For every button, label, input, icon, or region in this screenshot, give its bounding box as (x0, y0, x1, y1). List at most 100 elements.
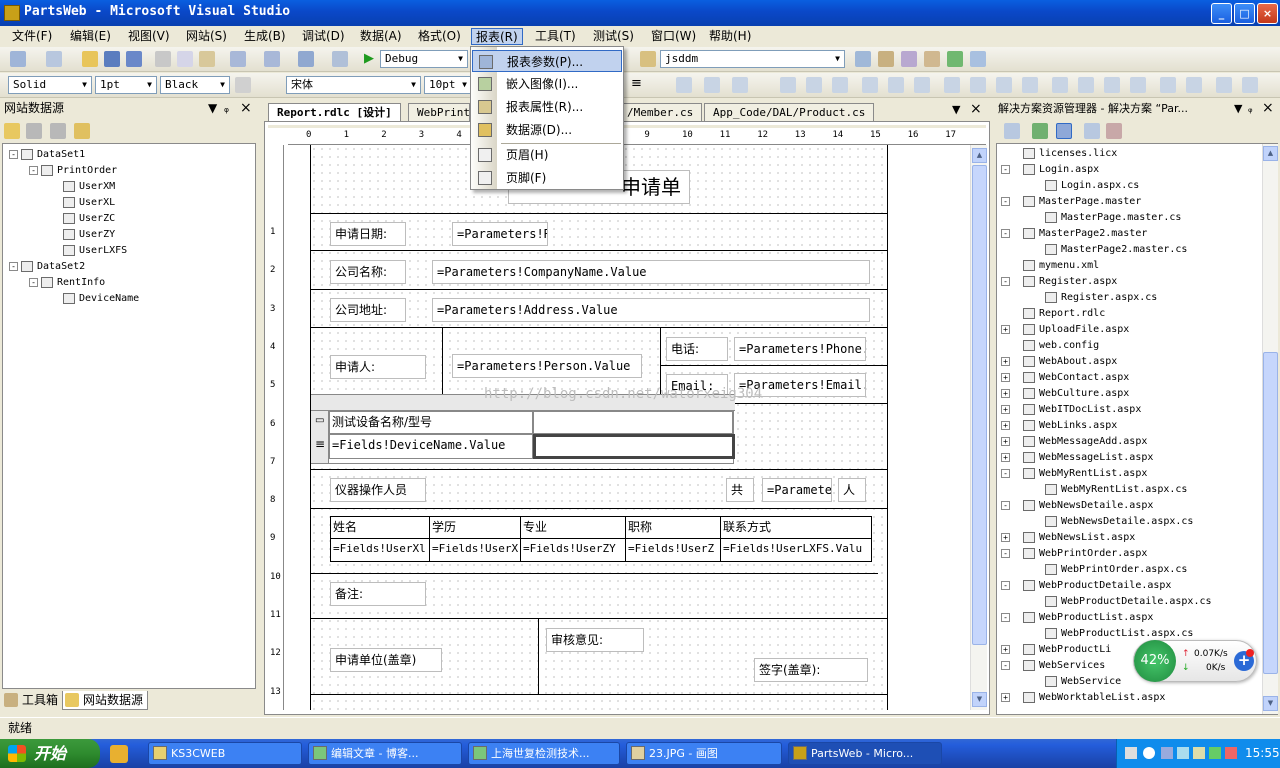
solution-explorer-icon[interactable] (855, 51, 871, 67)
staff-value-education[interactable]: =Fields!UserX (429, 538, 521, 562)
add-project-icon[interactable] (46, 51, 62, 67)
collapse-icon[interactable]: - (1001, 501, 1010, 510)
paste-icon[interactable] (199, 51, 215, 67)
security-icon[interactable] (1209, 747, 1221, 759)
close-icon[interactable]: × (240, 99, 252, 118)
solution-tree-item[interactable]: + UploadFile.aspx (1001, 322, 1129, 338)
menu-tools[interactable]: 工具(T) (531, 28, 580, 45)
device-header-cell[interactable]: 测试设备名称/型号 (329, 411, 533, 434)
collapse-icon[interactable]: - (1001, 277, 1010, 286)
tree-node-dataset2[interactable]: - DataSet2 (9, 259, 85, 275)
dropdown-arrow-icon[interactable]: ▼ (1234, 99, 1242, 118)
align-bottoms-icon[interactable] (832, 77, 848, 93)
company-name-label[interactable]: 公司名称: (330, 260, 406, 284)
add-item-icon[interactable] (10, 51, 26, 67)
solution-tree-item[interactable]: - WebProductList.aspx (1001, 610, 1153, 626)
menu-item-report-parameters[interactable]: 报表参数(P)... (472, 50, 622, 72)
network-speed-widget[interactable]: 42% ↑ 0.07K/s ↓ 0K/s + (1133, 640, 1257, 682)
expand-icon[interactable]: + (1001, 373, 1010, 382)
menu-website[interactable]: 网站(S) (182, 28, 231, 45)
solution-tree-item[interactable]: - Login.aspx (1001, 162, 1099, 178)
phone-field[interactable]: =Parameters!Phone. (734, 337, 866, 361)
tree-node-userxm[interactable]: UserXM (63, 179, 115, 195)
task-paint[interactable]: 23.JPG - 画图 (626, 742, 782, 765)
tab-product-cs[interactable]: App_Code/DAL/Product.cs (704, 103, 875, 121)
menu-item-embedded-images[interactable]: 嵌入图像(I)... (472, 73, 622, 95)
solution-tree-item[interactable]: Register.aspx.cs (1045, 290, 1157, 306)
properties-icon[interactable] (878, 51, 894, 67)
keyboard-icon[interactable] (1125, 747, 1137, 759)
show-all-files-icon[interactable] (1056, 123, 1072, 139)
device-value-cell[interactable]: =Fields!DeviceName.Value (329, 434, 533, 459)
menu-item-page-header[interactable]: 页眉(H) (472, 144, 622, 166)
scroll-thumb[interactable] (1263, 352, 1278, 674)
save-all-icon[interactable] (126, 51, 142, 67)
collapse-icon[interactable]: - (9, 149, 18, 159)
apply-unit-label[interactable]: 申请单位(盖章) (330, 648, 442, 672)
collapse-icon[interactable]: - (1001, 197, 1010, 206)
collapse-icon[interactable]: - (1001, 469, 1010, 478)
navigate-icon[interactable] (298, 51, 314, 67)
align-lefts-icon[interactable] (676, 77, 692, 93)
company-address-label[interactable]: 公司地址: (330, 298, 406, 322)
solution-tree-item[interactable]: + WebCulture.aspx (1001, 386, 1129, 402)
expand-icon[interactable]: + (1001, 533, 1010, 542)
scroll-down-icon[interactable]: ▼ (972, 692, 987, 707)
designer-vertical-scrollbar[interactable]: ▲ ▼ (970, 145, 987, 710)
solution-tree-item[interactable]: - WebNewsDetaile.aspx (1001, 498, 1153, 514)
solution-tree-item[interactable]: MasterPage.master.cs (1045, 210, 1181, 226)
tree-node-userzc[interactable]: UserZC (63, 211, 115, 227)
device-selected-cell[interactable] (533, 434, 735, 459)
solution-tree-item[interactable]: + WebMessageList.aspx (1001, 450, 1153, 466)
scroll-up-icon[interactable]: ▲ (972, 148, 987, 163)
navigate-forward-icon[interactable] (332, 51, 348, 67)
expand-icon[interactable]: + (1001, 357, 1010, 366)
menu-build[interactable]: 生成(B) (240, 28, 290, 45)
people-unit-label[interactable]: 人 (838, 478, 866, 502)
tree-node-userzy[interactable]: UserZY (63, 227, 115, 243)
volume-icon[interactable] (1193, 747, 1205, 759)
expand-icon[interactable]: + (1001, 325, 1010, 334)
network-icon[interactable] (1177, 747, 1189, 759)
solution-tree-item[interactable]: - WebMyRentList.aspx (1001, 466, 1147, 482)
maximize-button[interactable]: □ (1234, 3, 1255, 24)
refresh-icon[interactable] (1032, 123, 1048, 139)
apply-date-field[interactable]: =Parameters!R (452, 222, 548, 246)
solution-tree-item[interactable]: - WebPrintOrder.aspx (1001, 546, 1147, 562)
solution-tree-item[interactable]: + WebMessageAdd.aspx (1001, 434, 1147, 450)
total-label[interactable]: 共 (726, 478, 754, 502)
solution-tree-item[interactable]: WebProductDetaile.aspx.cs (1045, 594, 1212, 610)
staff-header-education[interactable]: 学历 (429, 516, 521, 539)
center-horizontally-icon[interactable] (1160, 77, 1176, 93)
menu-format[interactable]: 格式(O) (414, 28, 465, 45)
applicant-label[interactable]: 申请人: (330, 355, 426, 379)
view-designer-icon[interactable] (1084, 123, 1100, 139)
tree-node-rentinfo[interactable]: - RentInfo (29, 275, 105, 291)
edit-dataset-icon[interactable] (26, 123, 42, 139)
tab-list-icon[interactable]: ▼ (952, 103, 960, 116)
collapse-icon[interactable]: - (1001, 661, 1010, 670)
dropdown-arrow-icon[interactable]: ▼ (208, 99, 217, 118)
menu-view[interactable]: 视图(V) (124, 28, 174, 45)
menu-item-page-footer[interactable]: 页脚(F) (472, 167, 622, 189)
menu-debug[interactable]: 调试(D) (298, 28, 349, 45)
solution-tree-item[interactable]: WebService (1045, 674, 1121, 690)
staff-header-name[interactable]: 姓名 (330, 516, 430, 539)
expand-icon[interactable]: + (1001, 453, 1010, 462)
menu-item-report-properties[interactable]: 报表属性(R)... (472, 96, 622, 118)
applicant-field[interactable]: =Parameters!Person.Value (452, 354, 642, 378)
border-icon[interactable] (235, 77, 251, 93)
task-edit-article[interactable]: 编辑文章 - 博客... (308, 742, 462, 765)
solution-config-select[interactable]: Debug ▼ (380, 50, 468, 68)
scroll-up-icon[interactable]: ▲ (1263, 146, 1278, 161)
center-vertically-icon[interactable] (1186, 77, 1202, 93)
copy-icon[interactable] (177, 51, 193, 67)
apply-date-label[interactable]: 申请日期: (330, 222, 406, 246)
solution-tree-item[interactable]: WebNewsDetaile.aspx.cs (1045, 514, 1193, 530)
tab-data-sources[interactable]: 网站数据源 (62, 691, 149, 710)
phone-label[interactable]: 电话: (666, 337, 728, 361)
solution-tree-item[interactable]: - WebServices (1001, 658, 1105, 674)
tree-node-userlxfs[interactable]: UserLXFS (63, 243, 127, 259)
solution-tree-item[interactable]: - MasterPage2.master (1001, 226, 1147, 242)
arrow-icon[interactable] (1161, 747, 1173, 759)
